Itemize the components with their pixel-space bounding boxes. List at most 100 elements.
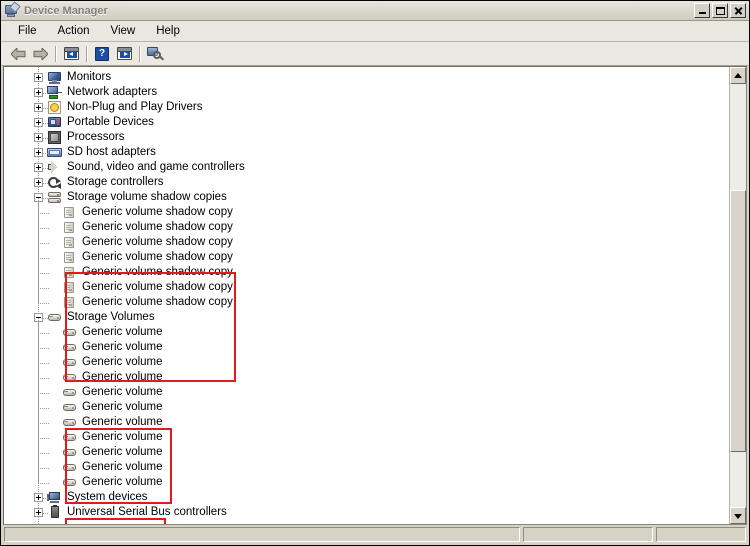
expand-icon[interactable] xyxy=(34,133,43,142)
tree-item-generic-volume[interactable]: Generic volume xyxy=(4,325,729,340)
tree-item-processors[interactable]: Processors xyxy=(4,130,729,145)
tree-item-generic-volume[interactable]: Generic volume xyxy=(4,385,729,400)
tree-item-label: Generic volume shadow copy xyxy=(82,251,233,263)
minimize-button[interactable] xyxy=(694,3,710,18)
tree-item-non-plug-and-play-drivers[interactable]: Non-Plug and Play Drivers xyxy=(4,100,729,115)
maximize-icon xyxy=(713,4,727,17)
tree-item-storage-controllers[interactable]: Storage controllers xyxy=(4,175,729,190)
shadow-copy-icon xyxy=(62,235,78,250)
storage-volume-group-icon xyxy=(47,310,63,325)
forward-button[interactable] xyxy=(29,43,51,64)
tree-item-generic-volume[interactable]: Generic volume xyxy=(4,400,729,415)
generic-volume-icon xyxy=(62,370,78,385)
shadow-copy-icon xyxy=(62,295,78,310)
expand-icon[interactable] xyxy=(34,508,43,517)
tree-item-storage-volumes[interactable]: Storage Volumes xyxy=(4,310,729,325)
expand-icon[interactable] xyxy=(34,118,43,127)
expand-icon[interactable] xyxy=(34,103,43,112)
help-button[interactable]: ? xyxy=(91,43,113,64)
toolbar-separator xyxy=(86,45,87,62)
device-manager-window: Device Manager File Action View Help ? M… xyxy=(0,0,750,546)
tree-item-generic-volume-shadow-copy[interactable]: Generic volume shadow copy xyxy=(4,235,729,250)
tree-item-label: Generic volume xyxy=(82,371,163,383)
help-question-icon: ? xyxy=(95,46,109,61)
tree-item-label: Generic volume xyxy=(82,446,163,458)
tree-item-generic-volume[interactable]: Generic volume xyxy=(4,340,729,355)
menu-view[interactable]: View xyxy=(102,23,145,39)
tree-item-generic-volume-shadow-copy[interactable]: Generic volume shadow copy xyxy=(4,220,729,235)
console-client-area: Monitors Network adapters Non-Plug and Pla… xyxy=(3,66,747,525)
show-hide-console-tree-button[interactable] xyxy=(60,43,82,64)
status-pane-secondary xyxy=(523,527,653,542)
vertical-scrollbar[interactable] xyxy=(729,67,746,524)
tree-item-generic-volume-shadow-copy[interactable]: Generic volume shadow copy xyxy=(4,295,729,310)
device-tree[interactable]: Monitors Network adapters Non-Plug and Pla… xyxy=(4,67,729,524)
menu-file[interactable]: File xyxy=(9,23,46,39)
generic-volume-icon xyxy=(62,325,78,340)
expand-icon[interactable] xyxy=(34,148,43,157)
expand-icon[interactable] xyxy=(34,178,43,187)
expand-icon[interactable] xyxy=(34,88,43,97)
scan-hardware-changes-button[interactable] xyxy=(144,43,166,64)
generic-volume-icon xyxy=(62,445,78,460)
tree-connector xyxy=(43,498,49,499)
tree-item-generic-volume-shadow-copy[interactable]: Generic volume shadow copy xyxy=(4,250,729,265)
tree-item-storage-volume-shadow-copies[interactable]: Storage volume shadow copies xyxy=(4,190,729,205)
tree-item-generic-volume[interactable]: Generic volume xyxy=(4,475,729,490)
tree-item-label: Storage controllers xyxy=(67,176,164,188)
tree-item-label: Generic volume shadow copy xyxy=(82,281,233,293)
maximize-button[interactable] xyxy=(712,3,728,18)
shadow-copy-icon xyxy=(62,250,78,265)
tree-item-system-devices[interactable]: System devices xyxy=(4,490,729,505)
tree-item-label: Network adapters xyxy=(67,86,158,98)
menu-action[interactable]: Action xyxy=(49,23,99,39)
scroll-up-button[interactable] xyxy=(730,67,746,84)
shadow-copy-icon xyxy=(62,280,78,295)
tree-item-monitors[interactable]: Monitors xyxy=(4,70,729,85)
tree-item-universal-serial-bus-controllers[interactable]: Universal Serial Bus controllers xyxy=(4,505,729,520)
tree-item-sd-host-adapters[interactable]: SD host adapters xyxy=(4,145,729,160)
tree-connector xyxy=(43,153,49,154)
tree-item-generic-volume[interactable]: Generic volume xyxy=(4,445,729,460)
tree-item-generic-volume[interactable]: Generic volume xyxy=(4,430,729,445)
expand-icon[interactable] xyxy=(34,163,43,172)
tree-item-generic-volume[interactable]: Generic volume xyxy=(4,415,729,430)
scrollbar-track[interactable] xyxy=(730,84,746,507)
tree-item-label: Generic volume xyxy=(82,461,163,473)
close-button[interactable] xyxy=(730,3,746,18)
title-bar[interactable]: Device Manager xyxy=(1,0,749,21)
expand-icon[interactable] xyxy=(34,73,43,82)
tree-item-generic-volume-shadow-copy[interactable]: Generic volume shadow copy xyxy=(4,205,729,220)
back-button[interactable] xyxy=(7,43,29,64)
properties-button[interactable] xyxy=(113,43,135,64)
tree-item-network-adapters[interactable]: Network adapters xyxy=(4,85,729,100)
tree-child-trunk-line xyxy=(38,198,39,303)
network-adapter-icon xyxy=(47,85,63,100)
tree-item-generic-volume-shadow-copy[interactable]: Generic volume shadow copy xyxy=(4,265,729,280)
scroll-down-button[interactable] xyxy=(730,507,746,524)
tree-item-label: Generic volume xyxy=(82,356,163,368)
generic-volume-icon xyxy=(62,400,78,415)
tree-item-label: Generic volume xyxy=(82,326,163,338)
processor-icon xyxy=(47,130,63,145)
tree-item-label: Portable Devices xyxy=(67,116,154,128)
forward-arrow-icon xyxy=(33,47,48,60)
tree-item-generic-volume[interactable]: Generic volume xyxy=(4,460,729,475)
tree-connector xyxy=(43,198,49,199)
generic-volume-icon xyxy=(62,460,78,475)
minimize-icon xyxy=(695,4,709,17)
tree-item-generic-volume[interactable]: Generic volume xyxy=(4,370,729,385)
toolbar-separator xyxy=(55,45,56,62)
tree-item-portable-devices[interactable]: Portable Devices xyxy=(4,115,729,130)
tree-item-sound-video-game-controllers[interactable]: Sound, video and game controllers xyxy=(4,160,729,175)
menu-help[interactable]: Help xyxy=(147,23,189,39)
sd-host-adapter-icon xyxy=(47,145,63,160)
expand-icon[interactable] xyxy=(34,493,43,502)
scrollbar-thumb[interactable] xyxy=(730,189,746,452)
tree-connector xyxy=(43,183,49,184)
toolbar: ? xyxy=(1,42,749,66)
generic-volume-icon xyxy=(62,430,78,445)
tree-item-generic-volume-shadow-copy[interactable]: Generic volume shadow copy xyxy=(4,280,729,295)
tree-item-generic-volume[interactable]: Generic volume xyxy=(4,355,729,370)
shadow-copy-icon xyxy=(62,205,78,220)
